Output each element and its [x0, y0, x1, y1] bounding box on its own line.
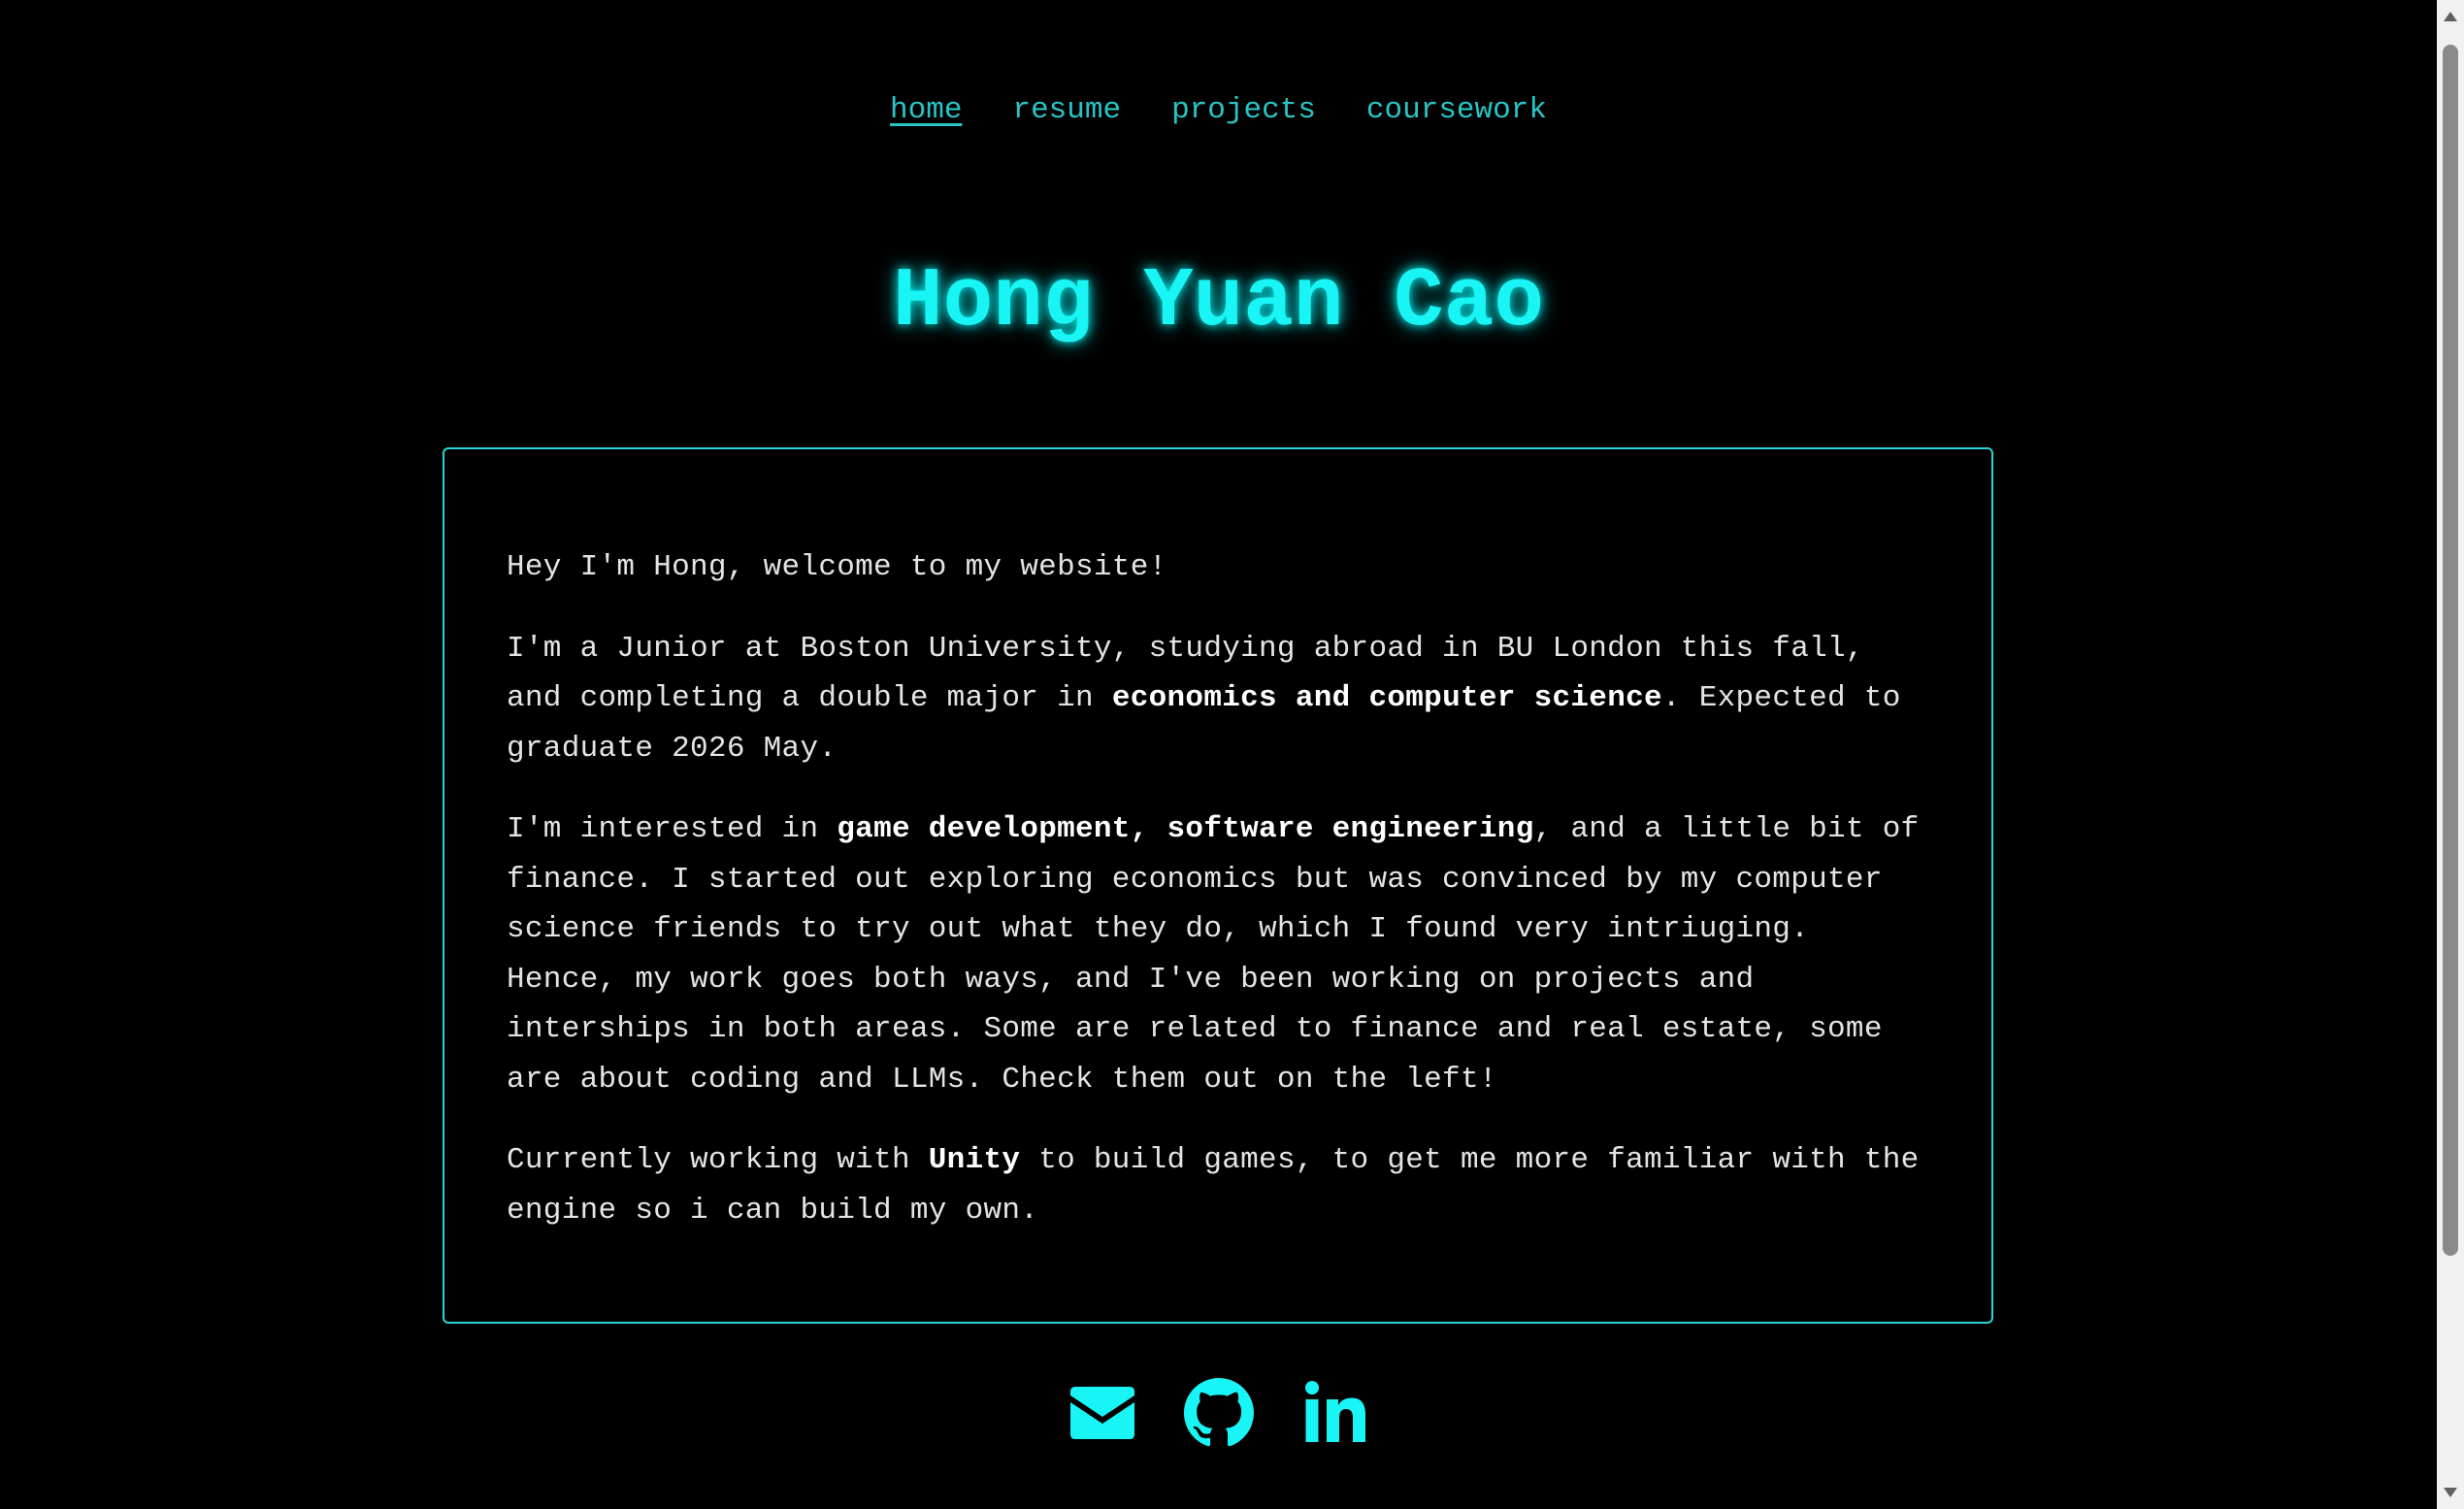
- interest-separator: ,: [1130, 812, 1167, 846]
- linkedin-icon[interactable]: [1300, 1378, 1370, 1448]
- nav-resume-link[interactable]: resume: [1012, 93, 1121, 127]
- github-icon[interactable]: [1183, 1378, 1254, 1448]
- page-title: Hong Yuan Cao: [893, 254, 1544, 349]
- intro-current-work: Currently working with Unity to build ga…: [507, 1135, 1929, 1235]
- nav-projects-link[interactable]: projects: [1171, 93, 1316, 127]
- interest-software-eng: software engineering: [1166, 812, 1534, 846]
- page: home resume projects coursework Hong Yua…: [0, 0, 2437, 1509]
- intro-current-text: Currently working with: [507, 1143, 929, 1177]
- unity-highlight: Unity: [928, 1143, 1021, 1177]
- intro-card: Hey I'm Hong, welcome to my website! I'm…: [443, 447, 1993, 1324]
- intro-interests-text: I'm interested in: [507, 812, 838, 846]
- scrollbar-thumb[interactable]: [2443, 45, 2458, 1256]
- scroll-up-icon[interactable]: [2444, 12, 2457, 21]
- envelope-icon[interactable]: [1068, 1378, 1137, 1448]
- nav-coursework-link[interactable]: coursework: [1366, 93, 1547, 127]
- intro-education: I'm a Junior at Boston University, study…: [507, 624, 1929, 774]
- top-nav: home resume projects coursework: [0, 93, 2437, 127]
- major-highlight: economics and computer science: [1111, 681, 1662, 715]
- vertical-scrollbar[interactable]: [2437, 0, 2464, 1509]
- nav-home-link[interactable]: home: [890, 93, 962, 127]
- social-links: [0, 1378, 2437, 1448]
- intro-greeting: Hey I'm Hong, welcome to my website!: [507, 550, 1167, 584]
- scroll-down-icon[interactable]: [2444, 1488, 2457, 1497]
- interest-game-dev: game development: [837, 812, 1131, 846]
- intro-interests-text-end: , and a little bit of finance. I started…: [507, 812, 1920, 1097]
- intro-interests: I'm interested in game development, soft…: [507, 804, 1929, 1104]
